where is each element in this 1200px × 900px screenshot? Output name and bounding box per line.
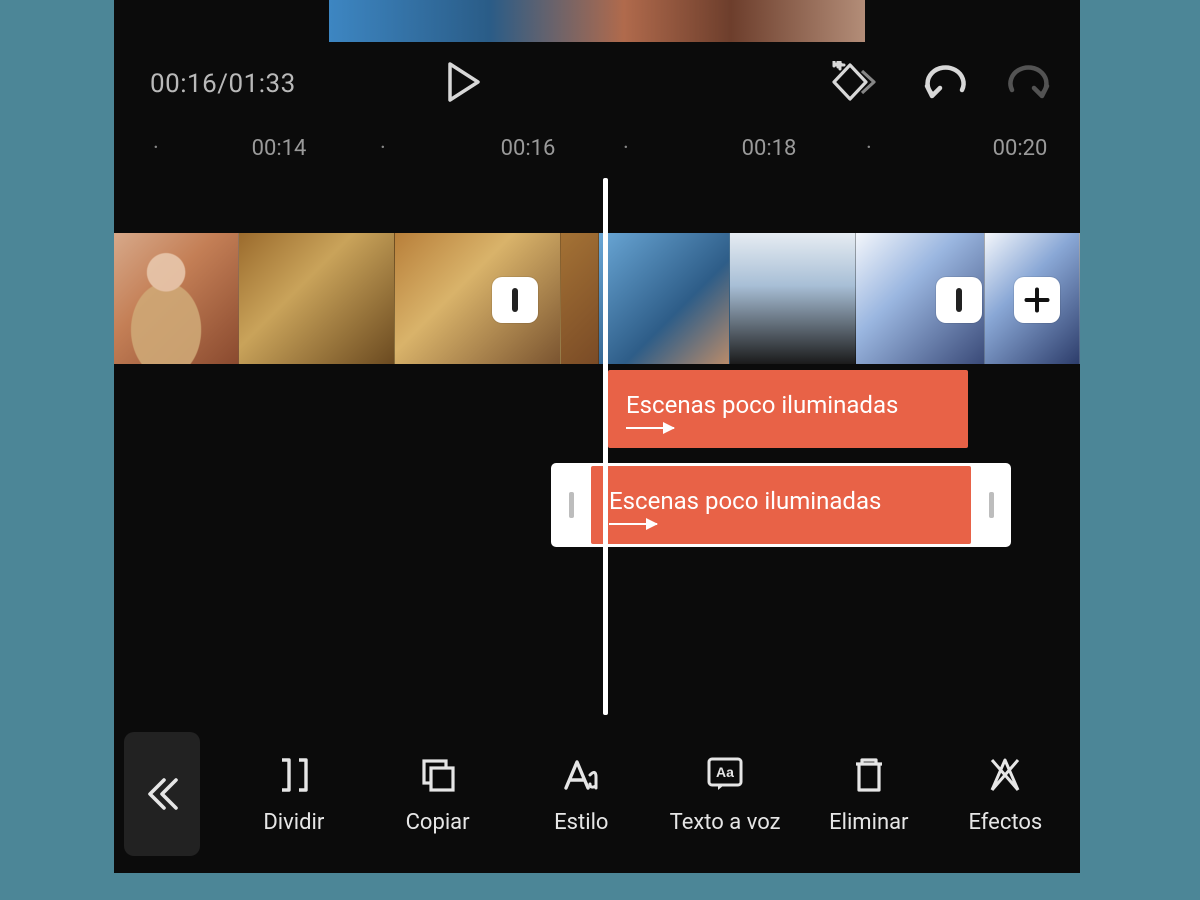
- ruler-tick: ·: [866, 136, 872, 161]
- transition-chip[interactable]: [492, 277, 538, 323]
- selected-text-clip[interactable]: Escenas poco iluminadas: [551, 463, 1011, 547]
- clip[interactable]: [599, 233, 730, 364]
- tool-tts[interactable]: Aa Texto a voz: [653, 754, 797, 835]
- tool-label: Dividir: [263, 810, 324, 835]
- timeline-area[interactable]: Escenas poco iluminadas Escenas poco ilu…: [114, 170, 1080, 715]
- tool-label: Eliminar: [829, 810, 908, 835]
- redo-icon: [1006, 64, 1052, 100]
- ruler-label: 00:14: [252, 136, 307, 161]
- clip[interactable]: [239, 233, 395, 364]
- effects-icon: [984, 754, 1026, 796]
- playhead[interactable]: [603, 178, 608, 715]
- tool-label: Estilo: [554, 810, 608, 835]
- text-style-icon: [560, 754, 602, 796]
- back-button[interactable]: [124, 732, 200, 856]
- ruler-tick: ·: [380, 136, 386, 161]
- clip[interactable]: [561, 233, 599, 364]
- playback-controls: 00:16/01:33: [114, 42, 1080, 126]
- play-icon: [446, 62, 482, 102]
- trash-icon: [848, 754, 890, 796]
- arrow-right-icon: [626, 427, 674, 429]
- text-clip-label: Escenas poco iluminadas: [626, 391, 950, 419]
- trim-handle-left[interactable]: [551, 463, 591, 547]
- ruler-tick: ·: [623, 136, 629, 161]
- play-button[interactable]: [446, 62, 482, 106]
- transition-chip[interactable]: [936, 277, 982, 323]
- timeline-ruler[interactable]: · 00:14 · 00:16 · 00:18 · 00:20: [114, 126, 1080, 170]
- arrow-right-icon: [609, 523, 657, 525]
- transition-bar-icon: [512, 288, 518, 312]
- tool-effects[interactable]: Efectos: [941, 754, 1070, 835]
- text-clip[interactable]: Escenas poco iluminadas: [591, 466, 971, 544]
- text-clip-label: Escenas poco iluminadas: [609, 487, 953, 515]
- tool-label: Copiar: [406, 810, 470, 835]
- clip[interactable]: [114, 233, 239, 364]
- time-display: 00:16/01:33: [150, 69, 296, 99]
- tool-divide[interactable]: Dividir: [222, 754, 366, 835]
- clip[interactable]: [730, 233, 856, 364]
- ruler-label: 00:20: [993, 136, 1048, 161]
- keyframe-add-icon: [830, 61, 884, 103]
- bottom-toolbar: Dividir Copiar Estilo Aa Texto a voz: [114, 715, 1080, 873]
- copy-icon: [417, 754, 459, 796]
- split-icon: [273, 754, 315, 796]
- preview-strip: [114, 0, 1080, 42]
- chevron-double-left-icon: [142, 774, 182, 814]
- plus-icon: [1023, 286, 1051, 314]
- ruler-tick: ·: [153, 136, 159, 161]
- transition-bar-icon: [956, 288, 962, 312]
- video-editor-app: 00:16/01:33: [114, 0, 1080, 873]
- tool-label: Texto a voz: [670, 810, 781, 835]
- undo-icon: [922, 64, 968, 100]
- keyframe-add-button[interactable]: [830, 61, 884, 107]
- ruler-label: 00:16: [501, 136, 556, 161]
- tool-delete[interactable]: Eliminar: [797, 754, 941, 835]
- text-clip[interactable]: Escenas poco iluminadas: [608, 370, 968, 448]
- redo-button[interactable]: [1006, 64, 1052, 104]
- tool-style[interactable]: Estilo: [509, 754, 653, 835]
- tool-copy[interactable]: Copiar: [366, 754, 510, 835]
- tool-label: Efectos: [968, 810, 1042, 835]
- svg-text:Aa: Aa: [716, 764, 734, 780]
- ruler-label: 00:18: [742, 136, 797, 161]
- add-clip-button[interactable]: [1014, 277, 1060, 323]
- trim-handle-right[interactable]: [971, 463, 1011, 547]
- text-to-speech-icon: Aa: [704, 754, 746, 796]
- preview-thumbnail: [329, 0, 865, 42]
- undo-button[interactable]: [922, 64, 968, 104]
